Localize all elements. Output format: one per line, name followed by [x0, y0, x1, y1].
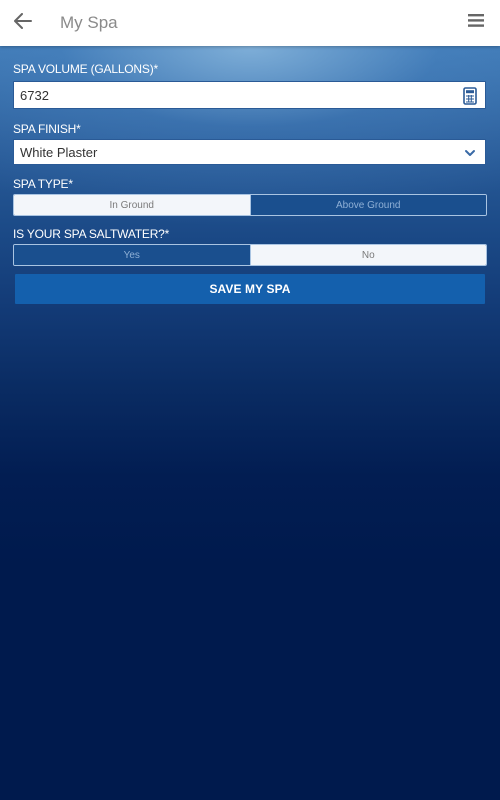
finish-select[interactable]: White Plaster — [13, 139, 486, 165]
spa-type-toggle: In Ground Above Ground — [13, 194, 487, 216]
saltwater-yes[interactable]: Yes — [14, 245, 250, 265]
menu-button[interactable] — [464, 11, 488, 35]
top-app-bar: My Spa — [0, 0, 500, 46]
chevron-down-icon — [461, 143, 479, 163]
finish-label: SPA FINISH* — [13, 122, 81, 136]
save-my-spa-button[interactable]: SAVE MY SPA — [15, 274, 485, 304]
arrow-left-icon — [14, 12, 32, 34]
volume-input[interactable]: 6732 — [13, 81, 486, 109]
saltwater-toggle: Yes No — [13, 244, 487, 266]
spa-type-above-ground[interactable]: Above Ground — [249, 195, 486, 215]
volume-value: 6732 — [20, 87, 49, 103]
finish-value: White Plaster — [20, 144, 98, 160]
hamburger-menu-icon — [468, 14, 484, 32]
spa-type-in-ground[interactable]: In Ground — [14, 195, 250, 215]
page-title: My Spa — [60, 13, 118, 32]
volume-label: SPA VOLUME (GALLONS)* — [13, 62, 158, 76]
back-button[interactable] — [0, 0, 46, 46]
app-screen: My Spa SPA VOLUME (GALLONS)* 6732 SPA FI… — [0, 0, 500, 800]
saltwater-no[interactable]: No — [249, 245, 486, 265]
type-label: SPA TYPE* — [13, 177, 73, 191]
calculator-icon[interactable] — [461, 86, 479, 106]
saltwater-label: IS YOUR SPA SALTWATER?* — [13, 227, 170, 241]
spa-form: SPA VOLUME (GALLONS)* 6732 SPA FINISH* W… — [0, 46, 500, 800]
